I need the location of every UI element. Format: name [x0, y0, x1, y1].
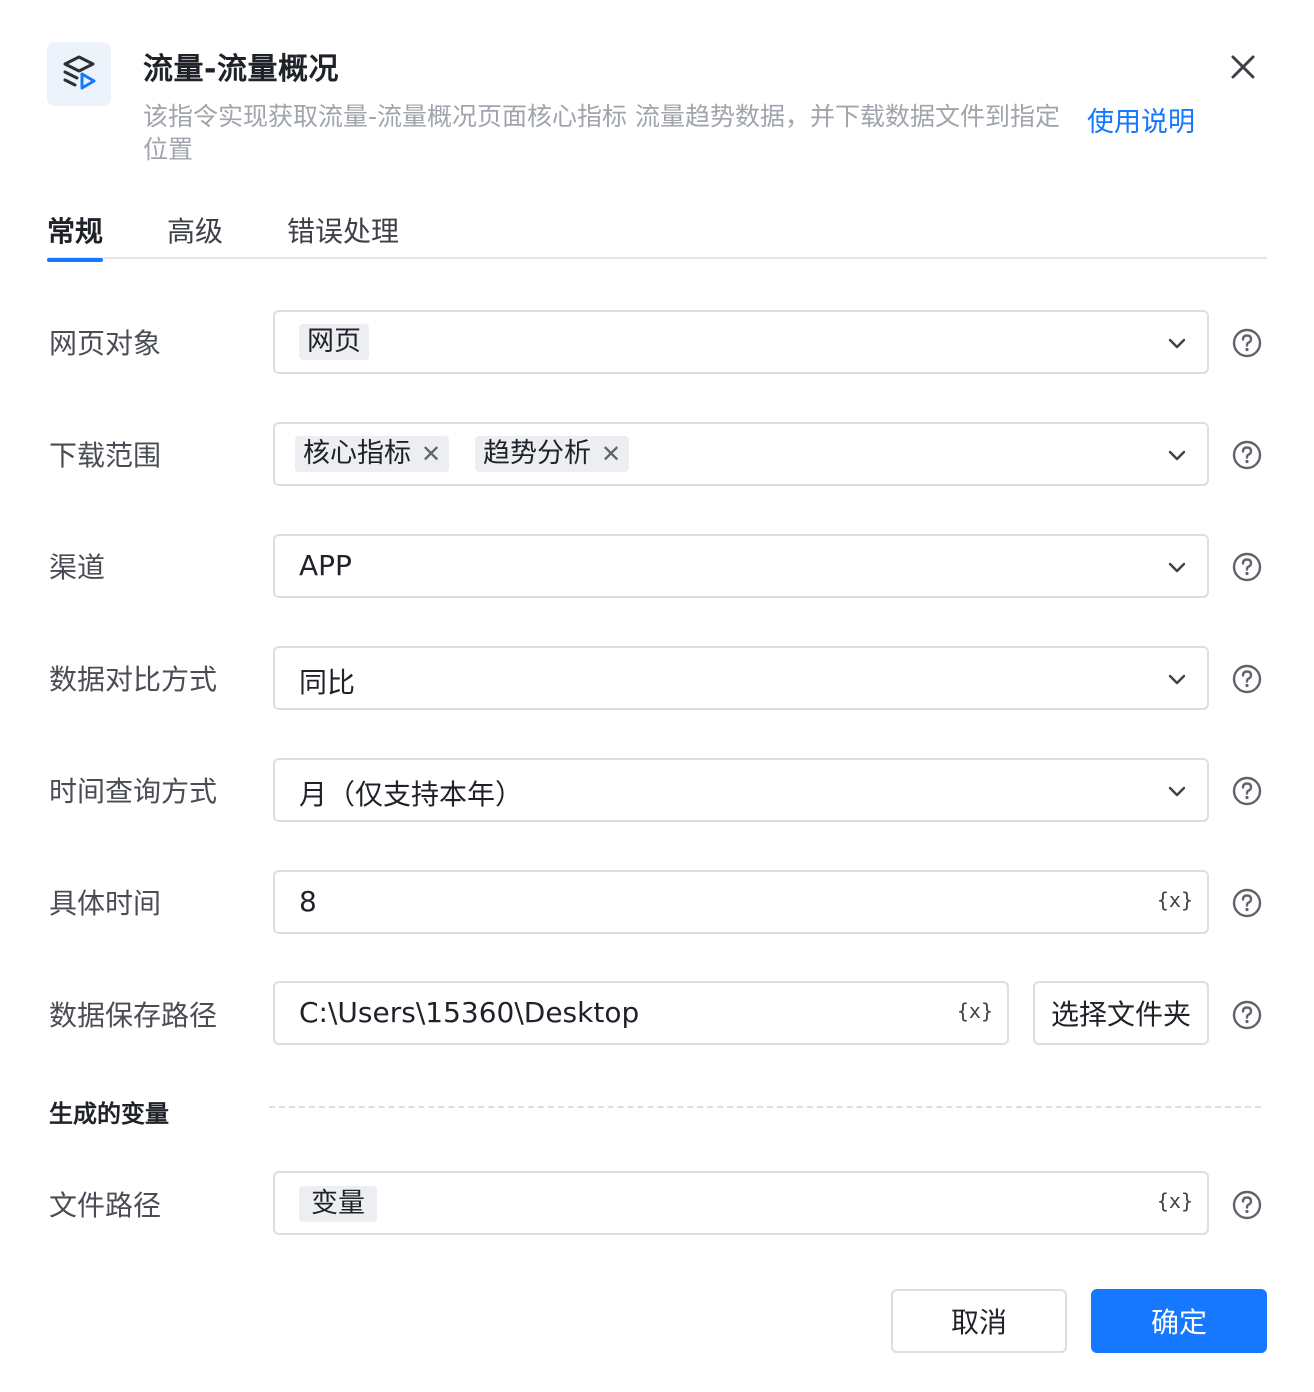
confirm-button[interactable]: 确定	[1091, 1289, 1267, 1353]
tag-label: 趋势分析	[483, 438, 591, 469]
tab-error-handling[interactable]: 错误处理	[287, 210, 399, 250]
web-object-label: 网页对象	[49, 327, 162, 360]
cancel-button[interactable]: 取消	[891, 1289, 1067, 1353]
save-path-input[interactable]: C:\Users\15360\Desktop {x}	[273, 981, 1009, 1045]
tab-bar: 常规 高级 错误处理	[47, 206, 1267, 262]
insert-variable-icon[interactable]: {x}	[1157, 888, 1193, 912]
tab-general-label: 常规	[47, 215, 104, 248]
variable-tag: 变量	[299, 1186, 377, 1222]
generated-variables-title: 生成的变量	[49, 1100, 169, 1128]
insert-variable-icon[interactable]: {x}	[1157, 1189, 1193, 1213]
help-question-icon[interactable]	[1232, 440, 1262, 470]
dialog-description: 该指令实现获取流量-流量概况页面核心指标 流量趋势数据，并下载数据文件到指定位置	[143, 102, 1060, 164]
specific-time-value: 8	[299, 885, 317, 918]
channel-label: 渠道	[49, 551, 106, 584]
channel-value: APP	[299, 549, 352, 582]
help-question-icon[interactable]	[1232, 1190, 1262, 1220]
tab-advanced[interactable]: 高级	[167, 210, 223, 250]
close-button[interactable]	[1226, 50, 1260, 84]
save-path-value: C:\Users\15360\Desktop	[299, 996, 640, 1029]
help-question-icon[interactable]	[1232, 664, 1262, 694]
tag-label: 核心指标	[303, 438, 411, 469]
help-question-icon[interactable]	[1232, 328, 1262, 358]
command-icon	[47, 42, 111, 106]
file-path-label: 文件路径	[49, 1189, 162, 1222]
chevron-down-icon	[1168, 338, 1186, 349]
dialog-title: 流量-流量概况	[143, 52, 339, 87]
tab-general[interactable]: 常规	[47, 210, 104, 262]
close-icon	[1231, 55, 1255, 79]
compare-mode-label: 数据对比方式	[49, 663, 218, 696]
help-question-icon[interactable]	[1232, 888, 1262, 918]
compare-mode-select[interactable]: 同比	[273, 646, 1209, 710]
download-scope-label: 下载范围	[49, 439, 162, 472]
remove-tag-icon[interactable]: ✕	[601, 440, 621, 468]
time-query-mode-select[interactable]: 月（仅支持本年）	[273, 758, 1209, 822]
download-scope-select[interactable]: 核心指标 ✕ 趋势分析 ✕	[273, 422, 1209, 486]
choose-folder-button[interactable]: 选择文件夹	[1033, 981, 1209, 1045]
help-question-icon[interactable]	[1232, 776, 1262, 806]
help-link[interactable]: 使用说明	[1087, 100, 1195, 139]
specific-time-label: 具体时间	[49, 887, 162, 920]
chevron-down-icon	[1168, 450, 1186, 461]
channel-select[interactable]: APP	[273, 534, 1209, 598]
section-divider	[269, 1106, 1261, 1108]
remove-tag-icon[interactable]: ✕	[421, 440, 441, 468]
time-query-mode-label: 时间查询方式	[49, 775, 218, 808]
chevron-down-icon	[1168, 786, 1186, 797]
compare-mode-value: 同比	[299, 666, 356, 699]
file-path-variable-input[interactable]: 变量 {x}	[273, 1171, 1209, 1235]
help-question-icon[interactable]	[1232, 552, 1262, 582]
chevron-down-icon	[1168, 674, 1186, 685]
time-query-mode-value: 月（仅支持本年）	[299, 778, 524, 811]
web-object-tag: 网页	[299, 324, 369, 360]
active-tab-indicator	[47, 258, 103, 262]
insert-variable-icon[interactable]: {x}	[957, 999, 993, 1023]
help-question-icon[interactable]	[1232, 1000, 1262, 1030]
web-object-select[interactable]: 网页	[273, 310, 1209, 374]
chevron-down-icon	[1168, 562, 1186, 573]
download-scope-tag: 核心指标 ✕	[295, 436, 450, 472]
flow-stack-play-icon	[63, 55, 96, 90]
download-scope-tag: 趋势分析 ✕	[475, 436, 630, 472]
save-path-label: 数据保存路径	[49, 999, 218, 1032]
specific-time-input[interactable]: 8 {x}	[273, 870, 1209, 934]
